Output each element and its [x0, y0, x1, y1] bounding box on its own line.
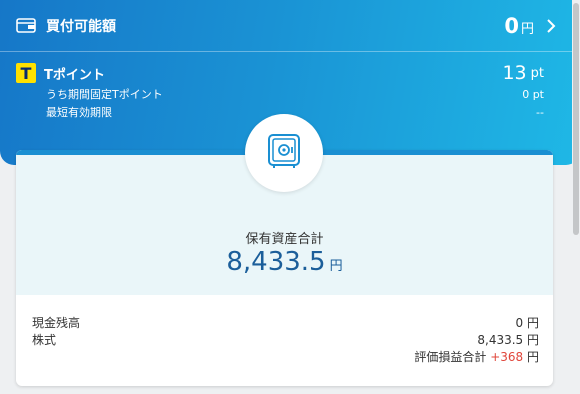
assets-total-value: 8,433.5 [226, 247, 326, 277]
safe-icon-badge [245, 114, 323, 192]
buying-power-label: 買付可能額 [46, 18, 116, 35]
scroll-thumb[interactable] [573, 3, 579, 235]
stock-label: 株式 [32, 333, 57, 347]
assets-total-unit: 円 [329, 259, 343, 274]
buying-power-row[interactable]: 買付可能額 0 円 [0, 0, 572, 52]
stock-value: 8,433.5 円 [477, 333, 539, 347]
chevron-right-icon[interactable] [546, 18, 558, 34]
buying-power-unit: 円 [520, 22, 534, 37]
wallet-icon [16, 17, 38, 35]
cash-row: 現金残高 0 円 [32, 315, 539, 332]
buying-power-value: 0 [504, 13, 519, 38]
tpoint-value: 13 [502, 62, 527, 84]
assets-breakdown: 現金残高 0 円 株式 8,433.5 円 評価損益合計 +368 円 [16, 295, 553, 366]
safe-icon [264, 131, 304, 175]
tpoint-section: T Tポイント 13 pt うち期間固定Tポイント 0 pt 最短有効期限 -- [16, 62, 544, 120]
pnl-label: 評価損益合計 [414, 350, 487, 364]
t-point-logo: T [16, 63, 36, 83]
pnl-value: +368 [490, 350, 524, 364]
tpoint-fixed-label: うち期間固定Tポイント [46, 88, 163, 101]
cash-label: 現金残高 [32, 316, 81, 330]
scrollbar[interactable] [572, 0, 580, 394]
stock-row: 株式 8,433.5 円 [32, 332, 539, 349]
tpoint-unit: pt [530, 65, 544, 81]
pnl-unit: 円 [526, 350, 539, 364]
tpoint-label: Tポイント [44, 67, 105, 83]
pnl-row: 評価損益合計 +368 円 [32, 349, 539, 366]
assets-total-label: 保有資産合計 [245, 232, 324, 247]
cash-value: 0 円 [515, 316, 539, 330]
tpoint-fixed-value: 0 pt [522, 88, 544, 101]
tpoint-expiry-value: -- [536, 106, 544, 119]
